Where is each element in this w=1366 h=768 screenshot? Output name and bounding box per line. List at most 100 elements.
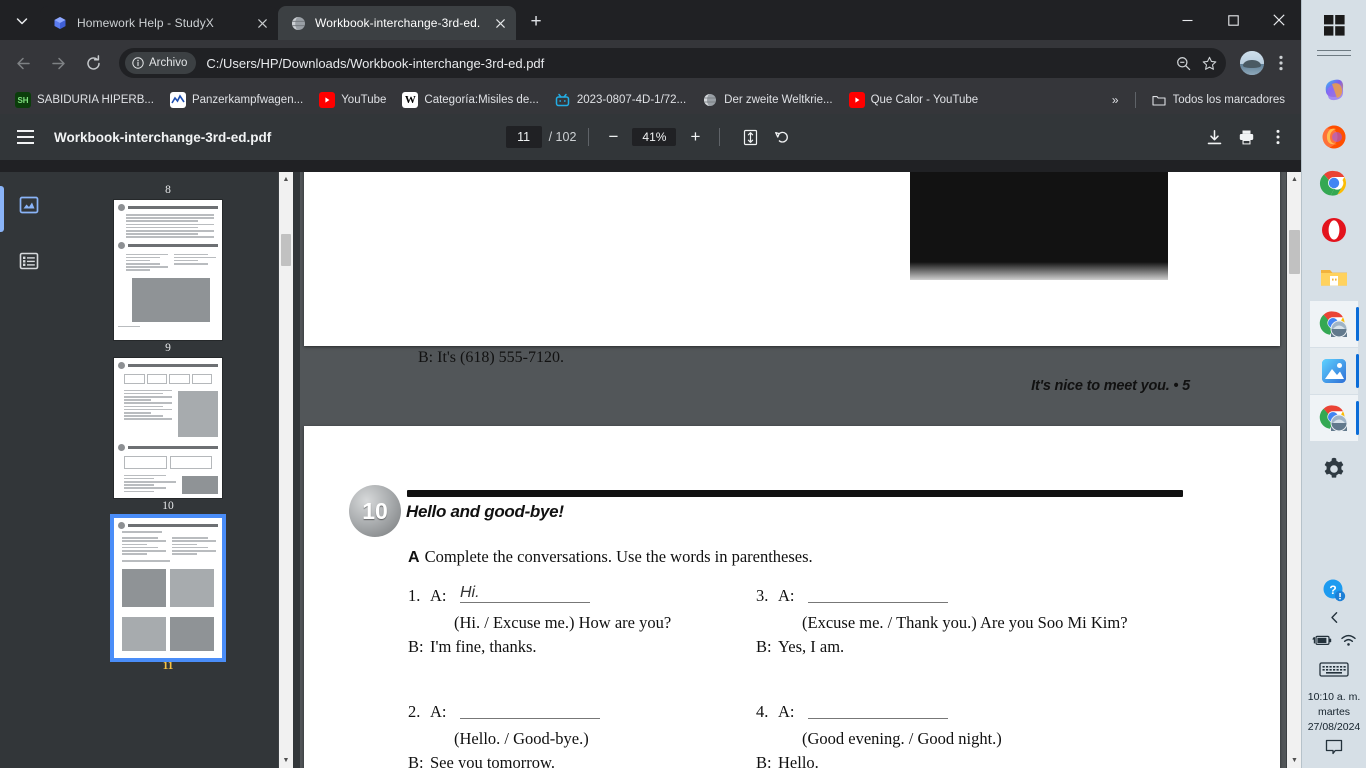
bookmark-item[interactable]: SH SABIDURÍA HIPERB...	[8, 89, 161, 111]
chrome-menu-icon[interactable]	[1268, 48, 1294, 78]
bookmarks-divider	[1134, 92, 1136, 108]
answer-blank[interactable]	[808, 702, 948, 719]
question-number: 4.	[756, 702, 769, 721]
minimize-button[interactable]	[1164, 0, 1210, 40]
scroll-down-arrow[interactable]: ▼	[279, 753, 293, 768]
bookmark-label: Panzerkampfwagen...	[191, 94, 304, 106]
question-b-text: Yes, I am.	[778, 637, 845, 656]
question-number: 2.	[408, 702, 421, 721]
thumbnail-page[interactable]	[114, 200, 222, 340]
running-indicator	[1356, 307, 1359, 341]
page-photo	[910, 172, 1168, 280]
exercise-a-heading: A Complete the conversations. Use the wor…	[408, 547, 813, 567]
tab-strip: Homework Help - StudyX Workbook-intercha…	[0, 0, 1302, 40]
scroll-up-arrow[interactable]: ▲	[279, 172, 293, 187]
scrollbar-thumb[interactable]	[281, 234, 291, 266]
pdf-toolbar-actions	[1196, 114, 1292, 160]
zoom-out-icon[interactable]	[1170, 50, 1196, 76]
wikipedia-icon: W	[402, 92, 419, 108]
new-tab-button[interactable]: +	[522, 8, 550, 36]
chevron-up-icon[interactable]	[1328, 611, 1341, 627]
tray-status-icons	[1311, 633, 1357, 652]
window-controls	[1164, 0, 1302, 40]
profile-avatar[interactable]	[1240, 51, 1264, 75]
reload-icon[interactable]	[78, 48, 108, 78]
file-explorer-icon[interactable]	[1310, 254, 1358, 300]
bilibili-icon	[555, 92, 571, 108]
address-bar[interactable]: Archivo C:/Users/HP/Downloads/Workbook-i…	[119, 48, 1226, 78]
scroll-down-arrow[interactable]: ▼	[1287, 753, 1302, 768]
tab-search-icon[interactable]	[8, 7, 36, 35]
photos-icon[interactable]	[1310, 348, 1359, 394]
answer-blank[interactable]	[460, 702, 600, 719]
sidebar-scrollbar[interactable]: ▲ ▼	[278, 172, 293, 768]
folder-icon	[1151, 92, 1167, 108]
hamburger-menu-icon[interactable]	[10, 122, 40, 152]
fit-page-icon[interactable]	[736, 123, 764, 151]
bookmark-item[interactable]: YouTube	[312, 89, 393, 111]
bookmarks-overflow-icon[interactable]: »	[1104, 93, 1127, 107]
taskbar-clock[interactable]: 10:10 a. m. martes 27/08/2024	[1308, 690, 1361, 735]
clock-date: 27/08/2024	[1307, 721, 1361, 734]
notification-bubble-icon[interactable]	[1324, 739, 1344, 762]
close-tab-icon[interactable]	[492, 15, 508, 31]
settings-icon[interactable]	[1310, 446, 1358, 492]
thumbnail-page[interactable]	[114, 358, 222, 498]
thumbnail-icon[interactable]	[14, 190, 44, 220]
pdf-viewer: 8 9 10 11 ▲ ▼ B: It's (618) 555-7120. It…	[0, 172, 1302, 768]
question-item: 3. A: (Excuse me. / Thank you.) Are you …	[756, 586, 1186, 668]
help-question-icon[interactable]: ?	[1310, 572, 1358, 608]
pdf-globe-icon	[290, 15, 306, 31]
chrome-icon[interactable]	[1310, 160, 1358, 206]
forward-icon[interactable]	[43, 48, 73, 78]
pdf-page-11: 10 Hello and good-bye! A Complete the con…	[304, 426, 1280, 768]
browser-tab-2[interactable]: Workbook-interchange-3rd-ed.	[278, 6, 516, 40]
browser-tab-1[interactable]: Homework Help - StudyX	[40, 6, 278, 40]
close-tab-icon[interactable]	[254, 15, 270, 31]
question-number: 3.	[756, 586, 769, 605]
more-vertical-icon[interactable]	[1264, 123, 1292, 151]
windows-start-icon[interactable]	[1314, 8, 1354, 42]
bookmark-item[interactable]: Der zweite Weltkrie...	[695, 89, 839, 111]
answer-blank[interactable]	[808, 586, 948, 603]
windows-taskbar: ? 10:10 a. m. martes 27/08/2024	[1301, 0, 1366, 768]
bookmark-item[interactable]: 2023-0807-4D-1/72...	[548, 89, 693, 111]
print-icon[interactable]	[1232, 123, 1260, 151]
file-scheme-chip[interactable]: Archivo	[125, 52, 197, 74]
thumbnail-list: 8 9 10 11	[58, 182, 278, 768]
tab-title: Workbook-interchange-3rd-ed.	[315, 16, 481, 30]
firefox-icon[interactable]	[1310, 113, 1358, 159]
list-icon[interactable]	[14, 246, 44, 276]
question-answer: Hi.	[460, 584, 480, 601]
close-button[interactable]	[1256, 0, 1302, 40]
bookmark-item[interactable]: Que Calor - YouTube	[842, 89, 986, 111]
zoom-in-button[interactable]: +	[683, 125, 707, 149]
maximize-button[interactable]	[1210, 0, 1256, 40]
copilot-icon[interactable]	[1310, 66, 1358, 112]
bookmark-item[interactable]: W Categoría:Misiles de...	[395, 89, 545, 111]
download-icon[interactable]	[1200, 123, 1228, 151]
all-bookmarks-button[interactable]: Todos los marcadores	[1144, 89, 1293, 111]
chrome-window-icon[interactable]	[1310, 301, 1359, 347]
bookmark-star-icon[interactable]	[1196, 50, 1222, 76]
rotate-icon[interactable]	[768, 123, 796, 151]
youtube-icon	[848, 92, 865, 108]
keyboard-icon[interactable]	[1310, 655, 1358, 683]
chrome-window-2-icon[interactable]	[1310, 395, 1359, 441]
back-icon[interactable]	[8, 48, 38, 78]
thumbnail-page-selected[interactable]	[110, 514, 226, 662]
scrollbar-thumb[interactable]	[1289, 230, 1300, 274]
scroll-up-arrow[interactable]: ▲	[1287, 172, 1302, 187]
toolbar-divider	[588, 128, 590, 146]
studyx-icon	[52, 15, 68, 31]
battery-charging-icon[interactable]	[1311, 634, 1332, 652]
browser-window: Homework Help - StudyX Workbook-intercha…	[0, 0, 1302, 768]
sidebar-tools	[14, 190, 54, 302]
page-number-input[interactable]	[505, 126, 542, 148]
pdf-scrollbar[interactable]: ▲ ▼	[1286, 172, 1302, 768]
opera-icon[interactable]	[1310, 207, 1358, 253]
zoom-out-button[interactable]: −	[601, 125, 625, 149]
exercise-a-text: Complete the conversations. Use the word…	[424, 547, 813, 566]
bookmark-item[interactable]: Panzerkampfwagen...	[163, 89, 310, 111]
wifi-icon[interactable]	[1340, 633, 1357, 652]
